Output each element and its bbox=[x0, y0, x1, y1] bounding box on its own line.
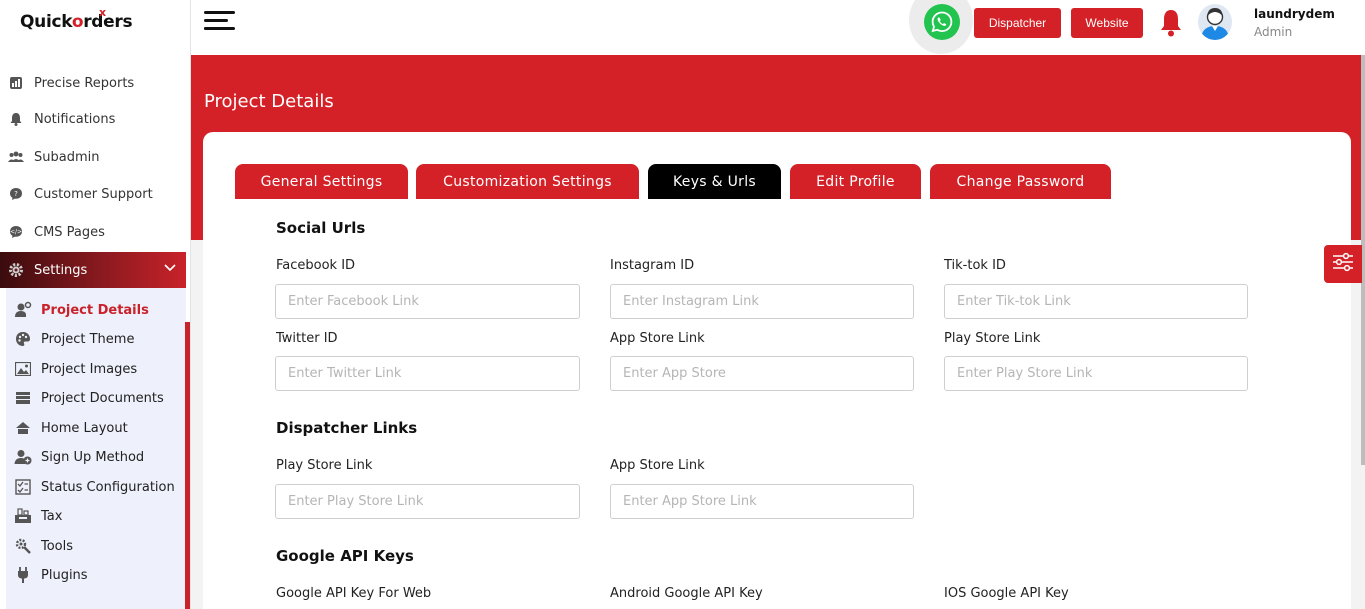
whatsapp-icon[interactable] bbox=[924, 4, 960, 40]
home-icon bbox=[14, 419, 32, 437]
submenu-item-label: Status Configuration bbox=[41, 479, 175, 495]
settings-submenu: Project Details Project Theme Project Im… bbox=[6, 288, 186, 609]
dispatcher-play-store-label: Play Store Link bbox=[276, 458, 373, 473]
logo-text-o: o bbox=[71, 12, 84, 32]
user-gear-icon bbox=[14, 301, 32, 319]
submenu-item-project-images[interactable]: Project Images bbox=[14, 356, 189, 382]
section-title-google-api-keys: Google API Keys bbox=[276, 547, 414, 565]
submenu-item-label: Project Theme bbox=[41, 331, 135, 347]
app-store-input[interactable] bbox=[610, 356, 914, 391]
user-name: laundrydem bbox=[1254, 7, 1335, 21]
hamburger-menu-icon[interactable] bbox=[204, 10, 236, 34]
twitter-label: Twitter ID bbox=[276, 331, 338, 346]
sidebar-item-settings[interactable]: Settings bbox=[0, 252, 186, 288]
tiktok-input[interactable] bbox=[944, 284, 1248, 319]
dispatcher-button[interactable]: Dispatcher bbox=[974, 8, 1061, 38]
sidebar-item-cms-pages[interactable]: </> CMS Pages bbox=[0, 217, 186, 247]
submenu-item-project-documents[interactable]: Project Documents bbox=[14, 385, 189, 411]
submenu-item-project-details[interactable]: Project Details bbox=[14, 297, 189, 323]
section-title-social-urls: Social Urls bbox=[276, 219, 366, 237]
sidebar-item-notifications[interactable]: Notifications bbox=[0, 104, 186, 134]
app-store-label: App Store Link bbox=[610, 331, 705, 346]
user-avatar[interactable] bbox=[1198, 4, 1232, 40]
dispatcher-app-store-label: App Store Link bbox=[610, 458, 705, 473]
submenu-item-project-theme[interactable]: Project Theme bbox=[14, 326, 189, 352]
tab-change-password[interactable]: Change Password bbox=[930, 164, 1111, 199]
svg-text:</>: </> bbox=[10, 229, 22, 236]
website-button[interactable]: Website bbox=[1071, 8, 1143, 38]
submenu-scrollbar[interactable] bbox=[185, 322, 190, 609]
submenu-item-plugins[interactable]: Plugins bbox=[14, 562, 189, 588]
tiktok-label: Tik-tok ID bbox=[944, 258, 1006, 273]
submenu-item-status-configuration[interactable]: Status Configuration bbox=[14, 474, 189, 500]
play-store-label: Play Store Link bbox=[944, 331, 1041, 346]
instagram-label: Instagram ID bbox=[610, 258, 695, 273]
submenu-item-label: Sign Up Method bbox=[41, 449, 145, 465]
chat-icon: ? bbox=[8, 186, 24, 202]
logo-text-start: Quick bbox=[20, 12, 72, 32]
gear-icon bbox=[8, 262, 24, 278]
folder-icon bbox=[14, 389, 32, 407]
submenu-item-label: Project Details bbox=[41, 302, 149, 318]
sidebar-item-label: CMS Pages bbox=[34, 224, 105, 240]
tax-icon bbox=[14, 507, 32, 525]
submenu-item-label: Project Images bbox=[41, 361, 138, 377]
app-logo[interactable]: Quickorders x bbox=[20, 6, 133, 32]
tools-icon bbox=[14, 537, 32, 555]
tab-keys-urls[interactable]: Keys & Urls bbox=[648, 164, 781, 199]
sidebar-item-label: Notifications bbox=[34, 111, 116, 127]
facebook-input[interactable] bbox=[275, 284, 580, 319]
sidebar-item-label: Customer Support bbox=[34, 186, 153, 202]
submenu-item-sign-up-method[interactable]: Sign Up Method bbox=[14, 444, 189, 470]
instagram-input[interactable] bbox=[610, 284, 914, 319]
dispatcher-app-store-input[interactable] bbox=[610, 484, 914, 519]
section-title-dispatcher-links: Dispatcher Links bbox=[276, 419, 418, 437]
report-icon bbox=[8, 75, 24, 91]
checklist-icon bbox=[14, 478, 32, 496]
svg-text:?: ? bbox=[14, 190, 18, 198]
android-google-api-key-label: Android Google API Key bbox=[610, 586, 763, 601]
chevron-down-icon bbox=[164, 261, 176, 276]
sidebar-item-label: Precise Reports bbox=[34, 75, 135, 91]
tab-general-settings[interactable]: General Settings bbox=[235, 164, 408, 199]
code-chat-icon: </> bbox=[8, 224, 24, 240]
bell-icon bbox=[8, 111, 24, 127]
sidebar-item-customer-support[interactable]: ? Customer Support bbox=[0, 179, 186, 209]
plug-icon bbox=[14, 566, 32, 584]
submenu-item-label: Home Layout bbox=[41, 420, 128, 436]
sidebar: Quickorders x Precise Reports Notificati… bbox=[0, 0, 191, 609]
page-title: Project Details bbox=[204, 91, 334, 112]
google-api-key-web-label: Google API Key For Web bbox=[276, 586, 432, 601]
users-icon bbox=[8, 149, 24, 165]
submenu-item-label: Tax bbox=[41, 508, 63, 524]
submenu-item-tax[interactable]: Tax bbox=[14, 503, 189, 529]
sidebar-item-subadmin[interactable]: Subadmin bbox=[0, 142, 186, 172]
sliders-icon bbox=[1332, 252, 1354, 276]
notification-bell-icon[interactable] bbox=[1158, 8, 1184, 42]
tab-customization-settings[interactable]: Customization Settings bbox=[416, 164, 639, 199]
submenu-item-tools[interactable]: Tools bbox=[14, 533, 189, 559]
palette-icon bbox=[14, 330, 32, 348]
play-store-input[interactable] bbox=[944, 356, 1248, 391]
customizer-toggle-button[interactable] bbox=[1324, 245, 1362, 283]
user-plus-icon bbox=[14, 448, 32, 466]
submenu-item-label: Tools bbox=[41, 538, 74, 554]
sidebar-item-label: Settings bbox=[34, 262, 88, 278]
sidebar-item-label: Subadmin bbox=[34, 149, 100, 165]
dispatcher-play-store-input[interactable] bbox=[275, 484, 580, 519]
submenu-item-label: Plugins bbox=[41, 567, 88, 583]
image-icon bbox=[14, 360, 32, 378]
logo-x-mark: x bbox=[99, 6, 106, 19]
top-header: Dispatcher Website laundrydem Admin bbox=[191, 0, 1365, 55]
user-role: Admin bbox=[1254, 25, 1293, 39]
twitter-input[interactable] bbox=[275, 356, 580, 391]
logo-text-end: rders bbox=[83, 12, 133, 32]
tab-edit-profile[interactable]: Edit Profile bbox=[790, 164, 921, 199]
sidebar-item-precise-reports[interactable]: Precise Reports bbox=[0, 68, 186, 98]
submenu-item-label: Project Documents bbox=[41, 390, 164, 406]
facebook-label: Facebook ID bbox=[276, 258, 356, 273]
ios-google-api-key-label: IOS Google API Key bbox=[944, 586, 1069, 601]
submenu-item-home-layout[interactable]: Home Layout bbox=[14, 415, 189, 441]
